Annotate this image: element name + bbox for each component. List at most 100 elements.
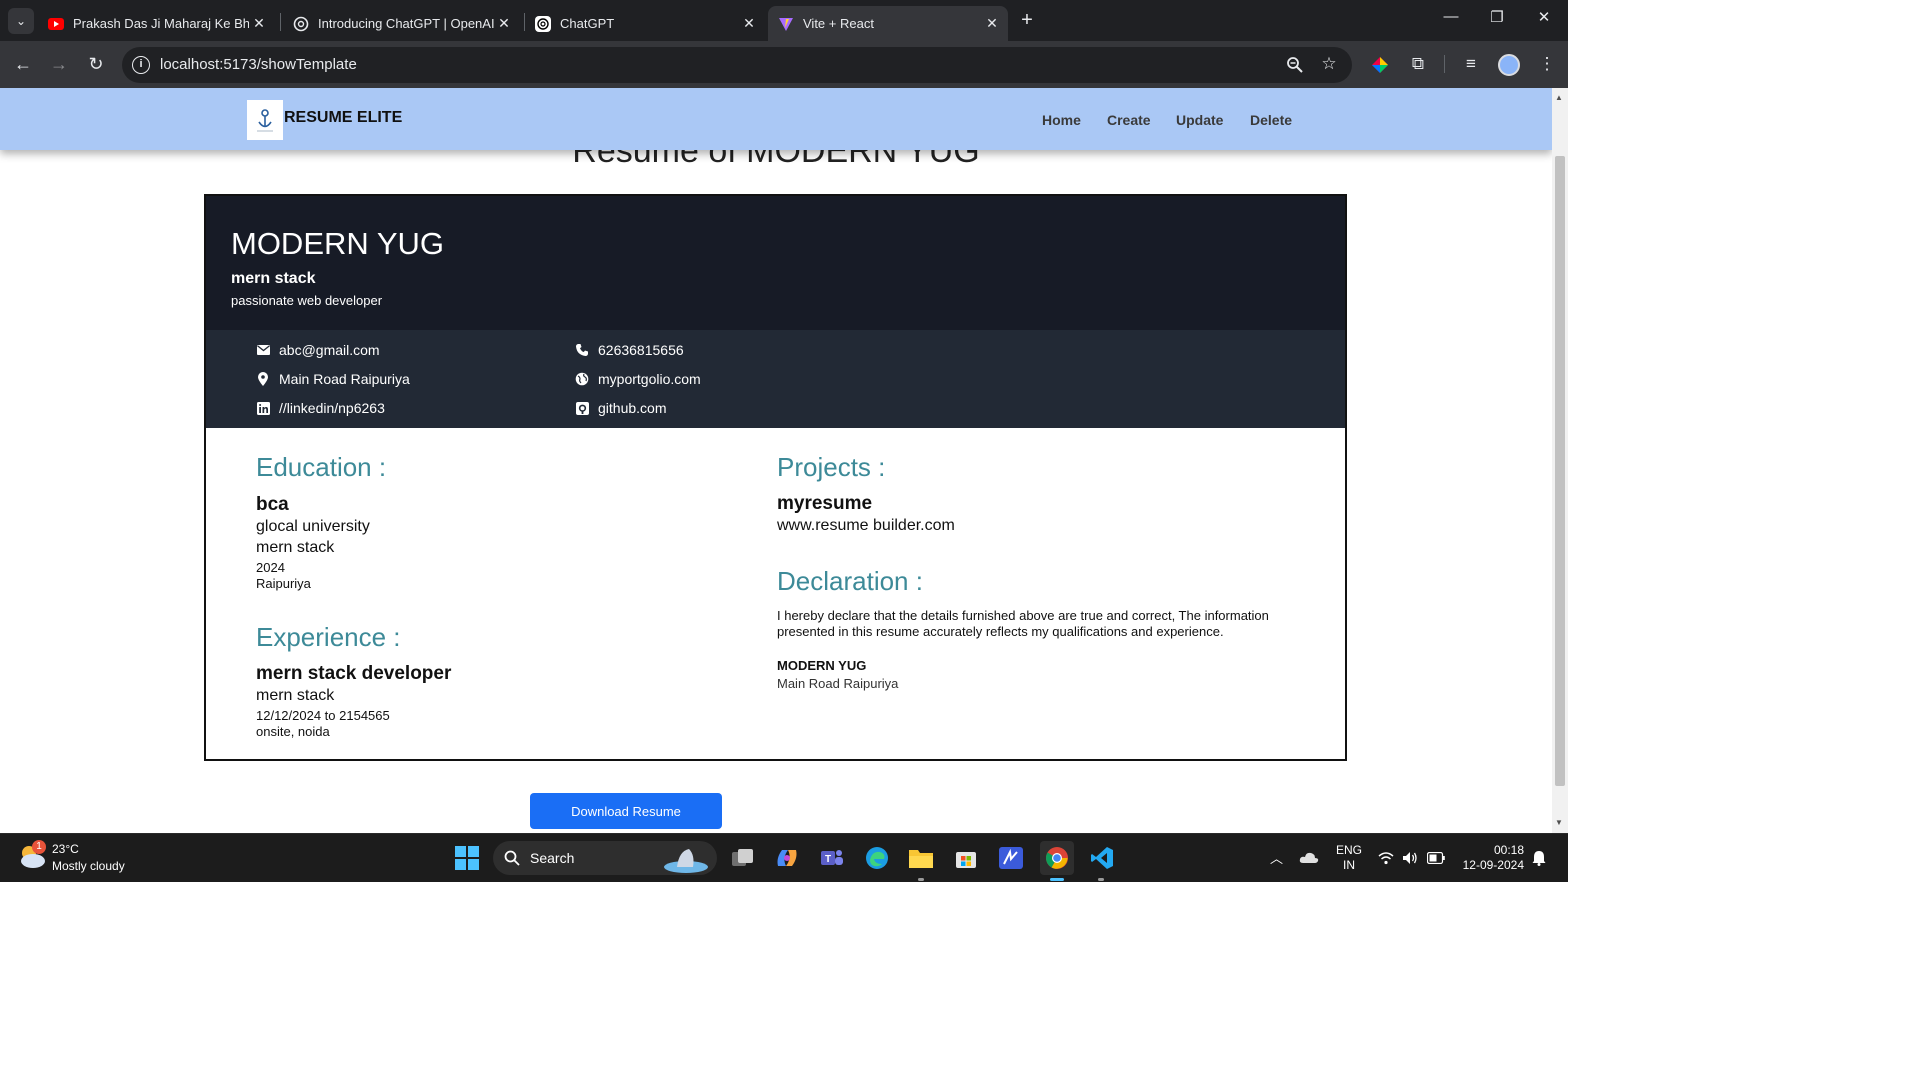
page-viewport: Resume of MODERN YUG RESUME ELITE Home C… [0, 88, 1552, 833]
experience-title: mern stack developer [256, 663, 452, 684]
contact-github: github.com [575, 400, 666, 416]
wifi-icon[interactable] [1378, 851, 1394, 865]
education-year: 2024 [256, 560, 285, 575]
contact-bar: abc@gmail.com 62636815656 Main Road Raip… [206, 330, 1345, 428]
close-tab-icon[interactable]: ✕ [249, 15, 269, 32]
teams-icon[interactable]: T [817, 843, 847, 873]
tab-introducing-chatgpt[interactable]: Introducing ChatGPT | OpenAI ✕ [283, 6, 520, 41]
svg-text:T: T [825, 854, 831, 865]
tab-title: Prakash Das Ji Maharaj Ke Bhajan [73, 16, 249, 31]
tab-vite-react[interactable]: Vite + React ✕ [768, 6, 1008, 41]
tab-youtube[interactable]: Prakash Das Ji Maharaj Ke Bhajan ✕ [38, 6, 275, 41]
vite-icon [779, 17, 793, 31]
back-icon[interactable]: ← [12, 53, 34, 75]
experience-field: mern stack [256, 687, 335, 704]
nav-link-create[interactable]: Create [1107, 112, 1151, 128]
close-window-button[interactable]: ✕ [1521, 8, 1567, 26]
vscode-icon[interactable] [1087, 843, 1117, 873]
nav-link-update[interactable]: Update [1176, 112, 1223, 128]
mail-icon [256, 343, 270, 357]
language-indicator[interactable]: ENG IN [1336, 843, 1362, 873]
nav-link-home[interactable]: Home [1042, 112, 1081, 128]
zoom-icon[interactable] [1286, 56, 1304, 74]
reload-icon[interactable]: ↻ [85, 53, 107, 75]
projects-heading: Projects : [777, 452, 886, 482]
windows-taskbar: 1 23°C Mostly cloudy Search T ︿ ENG IN 0… [0, 833, 1568, 882]
nav-link-delete[interactable]: Delete [1250, 112, 1292, 128]
openai-icon [293, 16, 309, 31]
contact-linkedin: //linkedin/np6263 [256, 400, 385, 416]
weather-description[interactable]: Mostly cloudy [52, 859, 125, 873]
site-info-icon[interactable]: i [132, 56, 150, 74]
tab-search-button[interactable]: ⌄ [8, 8, 34, 34]
search-label: Search [530, 850, 575, 866]
brand-logo-icon [257, 109, 273, 132]
show-hidden-icons-chevron-icon[interactable]: ︿ [1270, 848, 1283, 867]
microsoft-store-icon[interactable] [951, 843, 981, 873]
openai-icon [535, 15, 551, 32]
declaration-signature-name: MODERN YUG [777, 658, 867, 673]
globe-icon [575, 372, 589, 386]
scroll-up-icon[interactable]: ▲ [1555, 93, 1563, 102]
extension-color-icon[interactable] [1371, 56, 1389, 74]
new-tab-button[interactable]: + [1016, 9, 1038, 32]
notification-bell-icon[interactable] [1532, 850, 1546, 866]
phone-icon [575, 343, 589, 357]
experience-dates: 12/12/2024 to 2154565 [256, 708, 390, 723]
download-resume-button[interactable]: Download Resume [530, 793, 722, 829]
contact-address: Main Road Raipuriya [256, 371, 410, 387]
close-tab-icon[interactable]: ✕ [494, 15, 514, 32]
site-navbar: RESUME ELITE Home Create Update Delete [0, 88, 1552, 150]
brand-logo[interactable] [247, 100, 283, 140]
close-tab-icon[interactable]: ✕ [739, 15, 759, 32]
close-tab-icon[interactable]: ✕ [982, 15, 1002, 32]
forward-icon[interactable]: → [48, 53, 70, 75]
url-text[interactable]: localhost:5173/showTemplate [160, 56, 357, 73]
restore-button[interactable]: ❐ [1474, 8, 1520, 26]
edge-icon[interactable] [862, 843, 892, 873]
extensions-puzzle-icon[interactable]: ⧉ [1406, 53, 1430, 75]
linkedin-icon [256, 401, 270, 415]
media-control-icon[interactable]: ≡ [1459, 53, 1483, 75]
brand-name[interactable]: RESUME ELITE [284, 109, 402, 127]
file-explorer-icon[interactable] [906, 843, 936, 873]
system-clock[interactable]: 00:18 12-09-2024 [1458, 843, 1524, 873]
task-view-icon[interactable] [728, 843, 758, 873]
contact-phone: 62636815656 [575, 342, 684, 358]
browser-menu-icon[interactable]: ⋮ [1535, 53, 1559, 75]
page-scrollbar[interactable]: ▲ ▼ [1552, 88, 1568, 833]
taskbar-search-box[interactable]: Search [493, 841, 717, 875]
resume-header: MODERN YUG mern stack passionate web dev… [206, 196, 1345, 330]
minimize-button[interactable]: — [1428, 8, 1474, 25]
windows-start-icon[interactable] [452, 843, 482, 873]
volume-icon[interactable] [1402, 851, 1418, 865]
education-heading: Education : [256, 452, 387, 482]
contact-email: abc@gmail.com [256, 342, 380, 358]
copilot-icon[interactable] [772, 843, 802, 873]
github-icon [575, 401, 589, 415]
whiteboard-app-icon[interactable] [996, 843, 1026, 873]
resume-card: MODERN YUG mern stack passionate web dev… [204, 194, 1347, 761]
browser-toolbar: ← → ↻ i localhost:5173/showTemplate ☆ ⧉ … [0, 41, 1568, 88]
bookmark-star-icon[interactable]: ☆ [1317, 53, 1341, 75]
search-icon [504, 850, 520, 866]
tab-title: ChatGPT [560, 16, 615, 31]
experience-location: onsite, noida [256, 724, 330, 739]
education-location: Raipuriya [256, 576, 311, 591]
onedrive-cloud-icon[interactable] [1299, 851, 1319, 863]
youtube-icon [48, 17, 64, 30]
chrome-icon[interactable] [1040, 841, 1074, 875]
scroll-down-icon[interactable]: ▼ [1555, 818, 1563, 827]
weather-temperature[interactable]: 23°C [52, 842, 79, 856]
resume-tagline: passionate web developer [231, 293, 383, 308]
project-link: www.resume builder.com [777, 517, 955, 534]
scroll-thumb[interactable] [1555, 156, 1565, 786]
battery-icon[interactable] [1427, 852, 1445, 864]
browser-tab-bar: ⌄ Prakash Das Ji Maharaj Ke Bhajan ✕ Int… [0, 0, 1568, 41]
tab-chatgpt[interactable]: ChatGPT ✕ [525, 6, 765, 41]
address-bar[interactable]: i localhost:5173/showTemplate ☆ [122, 47, 1352, 83]
contact-portfolio: myportgolio.com [575, 371, 701, 387]
declaration-text: I hereby declare that the details furnis… [777, 608, 1269, 639]
resume-role: mern stack [231, 270, 316, 287]
profile-avatar[interactable] [1498, 54, 1520, 76]
